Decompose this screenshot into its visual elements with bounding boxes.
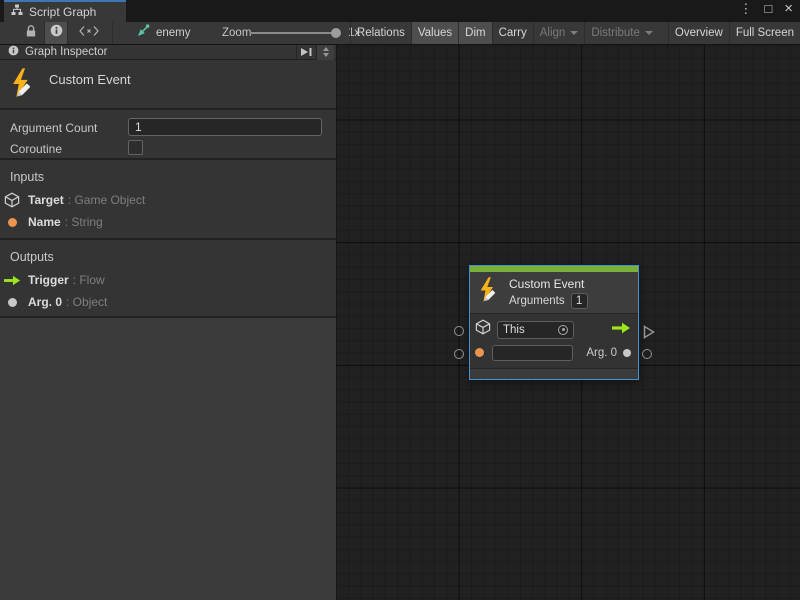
zoom-slider[interactable] xyxy=(250,32,338,34)
target-object-select[interactable]: This xyxy=(497,321,574,339)
spinner-up-icon[interactable] xyxy=(323,47,329,51)
chevron-down-icon xyxy=(570,31,578,35)
string-port-icon xyxy=(475,348,484,357)
event-title: Custom Event xyxy=(49,72,131,87)
inspector-toggle-button[interactable] xyxy=(44,22,68,44)
chevron-down-icon xyxy=(645,31,653,35)
port-row-name: Name : String xyxy=(0,211,336,233)
arguments-label: Arguments xyxy=(509,295,565,307)
graph-hierarchy-icon xyxy=(11,3,23,21)
port-row-trigger: Trigger : Flow xyxy=(0,269,336,291)
script-graph-window: Script Graph ⋮ □ × xyxy=(0,0,800,600)
info-icon xyxy=(50,24,63,42)
distribute-dropdown[interactable]: Distribute xyxy=(584,22,659,44)
tab-strip: Script Graph ⋮ □ × xyxy=(0,0,800,22)
input-port-target[interactable] xyxy=(454,326,464,336)
dock-arrow-icon xyxy=(300,46,313,58)
node-header-text: Custom Event Arguments 1 xyxy=(509,277,588,309)
coroutine-label: Coroutine xyxy=(10,142,62,156)
tab-script-graph[interactable]: Script Graph xyxy=(4,0,126,22)
code-brackets-icon xyxy=(78,24,100,42)
close-icon[interactable]: × xyxy=(784,0,793,18)
zoom-slider-knob[interactable] xyxy=(331,28,341,38)
input-port-name[interactable] xyxy=(454,349,464,359)
zoom-label: Zoom xyxy=(222,22,251,44)
event-title-section: Custom Event xyxy=(0,60,336,110)
script-graph-asset-icon xyxy=(136,24,150,43)
output-port-arg0[interactable] xyxy=(642,349,652,359)
edit-source-button[interactable] xyxy=(68,22,110,44)
tab-title: Script Graph xyxy=(29,5,96,19)
flow-arrow-icon xyxy=(0,275,24,286)
inspector-header: Graph Inspector xyxy=(0,45,336,60)
inputs-header: Inputs xyxy=(0,160,336,189)
panel-spinner xyxy=(316,45,334,60)
overview-button[interactable]: Overview xyxy=(668,22,729,44)
maximize-icon[interactable]: □ xyxy=(764,0,772,18)
info-icon xyxy=(8,43,19,61)
object-port-icon xyxy=(8,298,17,307)
outputs-header: Outputs xyxy=(0,240,336,269)
graph-inspector-panel: Graph Inspector xyxy=(0,45,337,600)
values-button[interactable]: Values xyxy=(411,22,458,44)
custom-event-icon xyxy=(478,277,501,309)
node-title: Custom Event xyxy=(509,277,588,291)
argument-count-field[interactable]: 1 xyxy=(128,118,322,136)
menu-icon[interactable]: ⋮ xyxy=(739,0,752,18)
game-object-cube-icon xyxy=(475,319,491,340)
argument-count-label: Argument Count xyxy=(10,121,97,135)
event-name-input[interactable] xyxy=(492,345,573,361)
graph-toolbar: enemy Zoom 1x Relations Values Dim Carry… xyxy=(0,22,800,45)
target-port-row: This xyxy=(470,318,638,341)
string-port-icon xyxy=(8,218,17,227)
full-screen-button[interactable]: Full Screen xyxy=(729,22,800,44)
node-header: Custom Event Arguments 1 xyxy=(470,272,638,314)
inputs-section: Inputs Target : Game Object Name : Strin… xyxy=(0,160,336,240)
outputs-section: Outputs Trigger : Flow Arg. 0 : Object xyxy=(0,240,336,318)
node-body: This Arg. 0 xyxy=(470,314,638,366)
object-port-icon xyxy=(623,349,631,357)
arguments-count-box: 1 xyxy=(571,293,588,309)
name-port-row: Arg. 0 xyxy=(470,341,638,364)
relations-button[interactable]: Relations xyxy=(350,22,411,44)
output-port-trigger[interactable] xyxy=(643,325,655,344)
port-row-arg0: Arg. 0 : Object xyxy=(0,291,336,313)
dock-panel-button[interactable] xyxy=(296,45,316,59)
event-settings-section: Argument Count 1 Coroutine xyxy=(0,110,336,160)
port-row-target: Target : Game Object xyxy=(0,189,336,211)
dim-button[interactable]: Dim xyxy=(458,22,491,44)
toolbar-separator xyxy=(112,22,113,44)
coroutine-checkbox[interactable] xyxy=(128,140,143,155)
align-dropdown[interactable]: Align xyxy=(533,22,585,44)
graph-name: enemy xyxy=(156,27,191,39)
arg0-label: Arg. 0 xyxy=(586,347,617,359)
spinner-down-icon[interactable] xyxy=(323,53,329,57)
inspector-title: Graph Inspector xyxy=(25,46,296,58)
graph-breadcrumb[interactable]: enemy xyxy=(136,22,191,44)
node-footer xyxy=(470,368,638,379)
custom-event-icon xyxy=(10,68,37,105)
lock-button[interactable] xyxy=(18,22,44,44)
object-picker-icon[interactable] xyxy=(558,325,568,335)
toolbar-button-group: Relations Values Dim Carry Align Distrib… xyxy=(350,22,800,44)
flow-arrow-icon xyxy=(612,321,631,339)
carry-button[interactable]: Carry xyxy=(492,22,533,44)
game-object-cube-icon xyxy=(0,192,24,208)
window-controls: ⋮ □ × xyxy=(739,0,793,18)
custom-event-node[interactable]: Custom Event Arguments 1 This xyxy=(469,265,639,380)
lock-icon xyxy=(25,24,37,43)
